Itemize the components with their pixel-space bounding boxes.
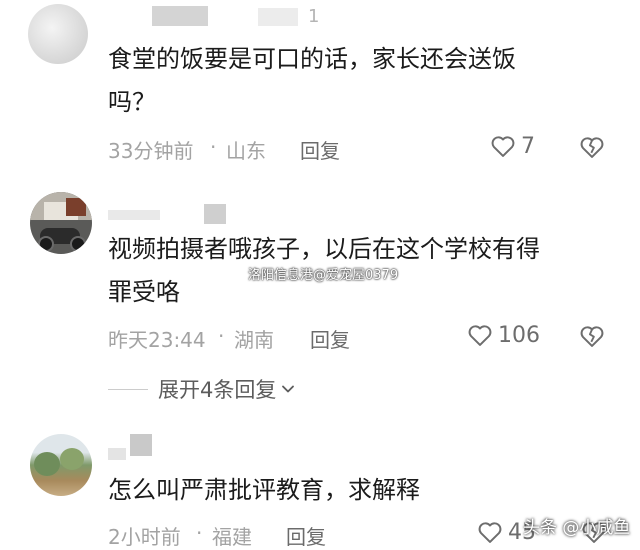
meta-separator: · — [218, 324, 225, 348]
comment-time: 2小时前 — [108, 525, 181, 549]
like-count: 106 — [498, 322, 540, 348]
broken-heart-icon[interactable] — [578, 133, 606, 161]
username-blurred — [258, 8, 298, 26]
username-blurred[interactable] — [108, 210, 160, 220]
expand-divider — [108, 388, 148, 390]
comment-location: 福建 — [212, 525, 252, 549]
heart-outline-icon — [478, 522, 502, 543]
avatar[interactable] — [30, 434, 92, 496]
expand-replies-label: 展开4条回复 — [158, 378, 277, 402]
heart-outline-icon — [468, 325, 492, 346]
comment-time: 33分钟前 — [108, 139, 194, 163]
brand-watermark: 头条 @小咸鱼 — [523, 518, 631, 538]
comment-text: 吗？ — [108, 88, 156, 116]
like-button[interactable]: 106 — [466, 321, 540, 349]
comment-time: 昨天23:44 — [108, 328, 206, 352]
meta-separator: · — [196, 521, 203, 545]
broken-heart-icon[interactable] — [578, 322, 606, 350]
username-blurred[interactable] — [152, 6, 208, 26]
comment-location: 山东 — [226, 139, 266, 163]
chevron-down-icon — [282, 385, 295, 393]
like-count: 7 — [521, 133, 535, 159]
expand-replies-button[interactable]: 展开4条回复 — [108, 374, 298, 404]
username-blurred[interactable] — [108, 448, 126, 460]
avatar[interactable] — [30, 192, 92, 254]
comment-text: 罪受咯 — [108, 278, 180, 306]
username-blurred — [130, 434, 152, 456]
reply-button[interactable]: 回复 — [310, 324, 350, 353]
meta-separator: · — [210, 135, 217, 159]
heart-outline-icon — [491, 136, 515, 157]
comment-text: 食堂的饭要是可口的话，家长还会送饭 — [108, 45, 516, 73]
comment-text: 怎么叫严肃批评教育，求解释 — [108, 476, 420, 504]
comment-location: 湖南 — [234, 328, 274, 352]
like-button[interactable]: 7 — [489, 132, 535, 160]
avatar[interactable] — [28, 4, 88, 64]
username-blurred — [204, 204, 226, 224]
reply-button[interactable]: 回复 — [286, 521, 326, 550]
username-fragment: 1 — [308, 6, 320, 27]
reply-button[interactable]: 回复 — [300, 135, 340, 164]
